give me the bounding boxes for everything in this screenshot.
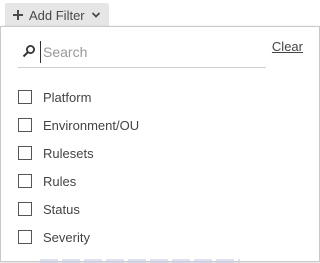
option-rulesets[interactable]: Rulesets: [18, 139, 139, 167]
option-status[interactable]: Status: [18, 195, 139, 223]
option-label: Rules: [43, 173, 77, 189]
search-field: [18, 39, 266, 68]
filter-options-list: Platform Environment/OU Rulesets Rules S…: [18, 83, 139, 251]
option-label: Severity: [43, 229, 90, 245]
option-platform[interactable]: Platform: [18, 83, 139, 111]
filter-panel: Add Filter Clear Platform Environment/OU: [0, 0, 320, 263]
filter-dropdown: Clear Platform Environment/OU Rulesets R…: [0, 26, 320, 262]
option-environment-ou[interactable]: Environment/OU: [18, 111, 139, 139]
search-icon: [22, 45, 35, 58]
plus-icon: [13, 10, 23, 20]
clear-link[interactable]: Clear: [272, 39, 303, 54]
chevron-down-icon: [91, 12, 100, 18]
option-severity[interactable]: Severity: [18, 223, 139, 251]
search-input[interactable]: [40, 41, 265, 63]
add-filter-label: Add Filter: [29, 7, 85, 23]
checkbox[interactable]: [18, 146, 32, 160]
checkbox[interactable]: [18, 118, 32, 132]
option-label: Platform: [43, 89, 92, 105]
checkbox[interactable]: [18, 230, 32, 244]
option-rules[interactable]: Rules: [18, 167, 139, 195]
checkbox[interactable]: [18, 202, 32, 216]
checkbox[interactable]: [18, 174, 32, 188]
option-label: Rulesets: [43, 145, 94, 161]
option-label: Status: [43, 201, 80, 217]
option-label: Environment/OU: [43, 117, 140, 133]
underlying-content-peek: [40, 259, 240, 263]
add-filter-button[interactable]: Add Filter: [5, 3, 109, 27]
checkbox[interactable]: [18, 90, 32, 104]
